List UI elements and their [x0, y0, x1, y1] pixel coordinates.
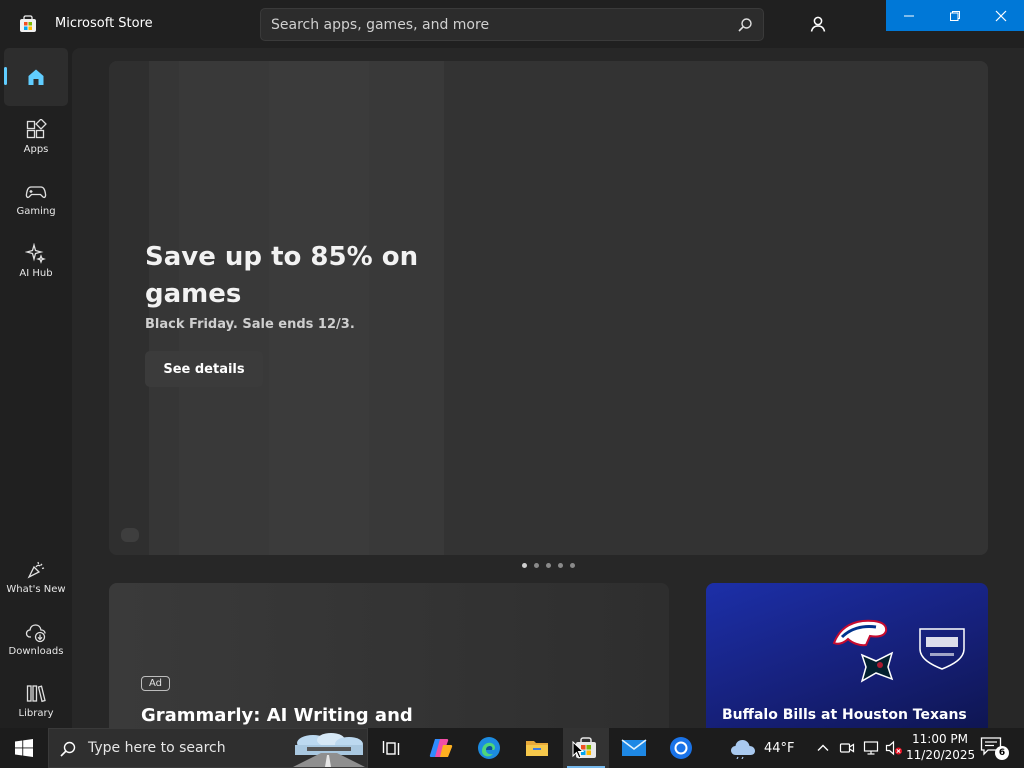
hero-corner-icon [121, 528, 139, 542]
store-logo-icon [20, 15, 36, 32]
weather-temperature: 44°F [764, 740, 795, 756]
notification-center-button[interactable]: 6 [980, 736, 1009, 760]
sidebar-item-label: Gaming [16, 206, 56, 217]
app-title: Microsoft Store [55, 16, 153, 31]
show-hidden-icons-button[interactable] [813, 738, 833, 758]
game-card[interactable]: Buffalo Bills at Houston Texans [706, 583, 988, 728]
sidebar-item-label: AI Hub [19, 268, 53, 279]
hero-background-strip [109, 61, 149, 555]
browser-button[interactable] [658, 728, 704, 768]
ad-title: Grammarly: AI Writing and [141, 705, 413, 726]
start-button[interactable] [0, 728, 48, 768]
search-box[interactable] [260, 8, 764, 41]
pager-dot[interactable] [534, 563, 539, 568]
sidebar-item-label: Apps [23, 144, 49, 155]
copilot-icon [429, 739, 453, 757]
hero-pager [522, 563, 575, 568]
close-button[interactable] [978, 0, 1024, 31]
sidebar-item-apps[interactable]: Apps [4, 108, 68, 166]
chevron-up-icon [817, 744, 829, 751]
main-content: Save up to 85% on games Black Friday. Sa… [72, 48, 1024, 728]
hero-title: Save up to 85% on games [145, 242, 419, 309]
apps-icon [25, 119, 47, 141]
task-view-button[interactable] [368, 728, 414, 768]
bills-vs-texans-logo-icon [919, 628, 965, 670]
windows-logo-icon [15, 739, 33, 757]
task-view-icon [382, 741, 400, 755]
volume-muted-icon [885, 740, 902, 756]
edge-icon [478, 737, 500, 759]
microsoft-store-window: Microsoft Store Search apps, games, and … [0, 0, 1024, 728]
taskbar-search-text: Type here to search [88, 740, 226, 756]
sidebar-item-home[interactable] [4, 48, 68, 106]
sidebar-item-gaming[interactable]: Gaming [4, 170, 68, 228]
sidebar-item-label: Library [18, 708, 54, 719]
search-icon [60, 741, 76, 757]
sidebar-item-label: Downloads [8, 646, 64, 657]
window-controls [886, 0, 1024, 31]
ad-badge: Ad [141, 676, 171, 691]
copilot-button[interactable] [418, 728, 464, 768]
restore-icon [950, 10, 960, 21]
home-icon [25, 66, 47, 88]
restore-button[interactable] [932, 0, 978, 31]
clock-time: 11:00 PM [912, 732, 968, 746]
game-card-title: Buffalo Bills at Houston Texans [722, 707, 967, 723]
mouse-cursor-icon [572, 741, 584, 759]
pager-dot[interactable] [522, 563, 527, 568]
taskbar: Type here to search 44°F 11:00 PM 11/20/… [0, 728, 1024, 768]
weather-widget[interactable]: 44°F [730, 728, 796, 768]
sidebar-item-label: What's New [6, 584, 66, 595]
account-button[interactable] [803, 9, 833, 39]
minimize-button[interactable] [886, 0, 932, 31]
hero-banner[interactable]: Save up to 85% on games Black Friday. Sa… [109, 61, 988, 555]
ai-hub-icon [25, 243, 47, 265]
search-input[interactable] [271, 16, 721, 34]
see-details-button[interactable]: See details [145, 351, 263, 387]
taskbar-search[interactable]: Type here to search [48, 728, 368, 768]
pager-dot[interactable] [570, 563, 575, 568]
clock-date: 11/20/2025 [906, 748, 976, 762]
cloud-icon [731, 740, 755, 759]
library-icon [25, 683, 47, 705]
network-button[interactable] [861, 738, 881, 758]
mail-icon [621, 739, 647, 756]
pager-dot[interactable] [546, 563, 551, 568]
edge-button[interactable] [466, 728, 512, 768]
gamepad-icon [25, 181, 47, 203]
taskbar-clock[interactable]: 11:00 PM 11/20/2025 [906, 731, 976, 763]
minimize-icon [904, 15, 914, 16]
notification-count-badge: 6 [995, 746, 1009, 760]
camera-icon [839, 743, 855, 753]
search-highlight-icon [293, 733, 365, 767]
file-explorer-button[interactable] [514, 728, 560, 768]
hero-background-strip [444, 61, 988, 555]
close-icon [995, 10, 1007, 21]
sidebar-item-ai-hub[interactable]: AI Hub [4, 232, 68, 290]
hero-subtitle: Black Friday. Sale ends 12/3. [145, 317, 355, 332]
network-icon [863, 741, 879, 755]
whats-new-icon [25, 559, 47, 581]
user-icon [810, 16, 826, 32]
pager-dot[interactable] [558, 563, 563, 568]
sidebar-item-library[interactable]: Library [4, 672, 68, 728]
texans-logo-icon [860, 651, 894, 683]
sidebar-item-downloads[interactable]: Downloads [4, 610, 68, 668]
search-icon[interactable] [737, 17, 753, 33]
meet-now-button[interactable] [837, 738, 857, 758]
folder-icon [526, 741, 548, 756]
sidebar: Apps Gaming AI Hub What's New Downloads … [0, 48, 72, 728]
ad-card[interactable]: Ad Grammarly: AI Writing and [109, 583, 669, 728]
title-bar: Microsoft Store [0, 0, 1024, 48]
microsoft-store-taskbar-button[interactable] [563, 728, 609, 768]
mail-button[interactable] [611, 728, 657, 768]
sidebar-item-whats-new[interactable]: What's New [4, 548, 68, 606]
volume-button[interactable] [884, 738, 904, 758]
downloads-icon [25, 621, 47, 643]
browser-icon [670, 737, 692, 759]
